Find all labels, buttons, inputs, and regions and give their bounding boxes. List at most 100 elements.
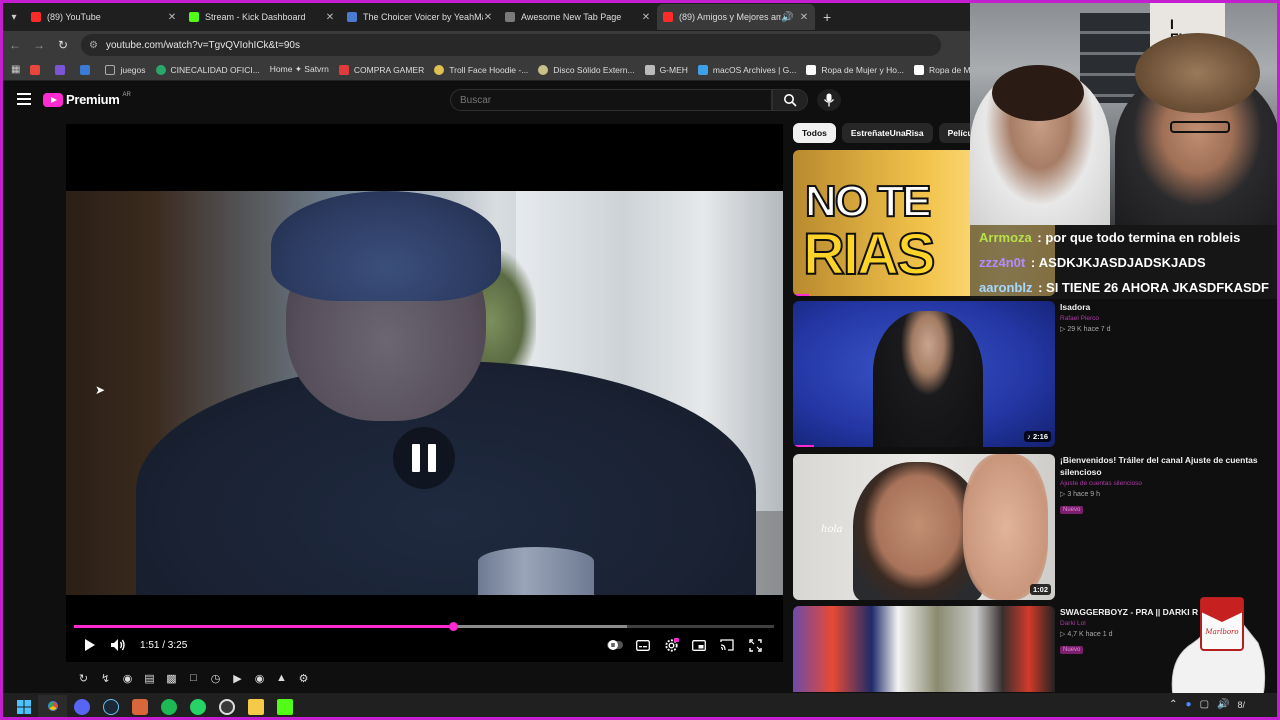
taskbar-kick[interactable] <box>270 695 299 718</box>
extension-settings-icon[interactable]: ⚙ <box>293 670 314 686</box>
drive-icon <box>80 64 91 75</box>
search-placeholder: Buscar <box>460 94 492 106</box>
play-button[interactable] <box>76 634 104 656</box>
browser-tab-3[interactable]: Awesome New Tab Page ✕ <box>499 4 657 30</box>
audio-mode-icon[interactable]: ↯ <box>95 670 116 686</box>
bookmark-item[interactable]: Ropa de Mujer y Ho... <box>806 64 904 75</box>
tray-overflow-icon[interactable]: ⌃ <box>1169 699 1177 710</box>
bookmark-twitch[interactable] <box>55 64 70 75</box>
video-thumbnail[interactable]: ♪ 2:16 <box>793 301 1055 447</box>
start-button[interactable] <box>9 695 38 718</box>
scrubber-handle[interactable] <box>449 622 459 631</box>
cinema-mode-icon[interactable]: ▤ <box>139 670 160 686</box>
frame-step-icon[interactable]: ▶ <box>227 670 248 686</box>
related-video-1[interactable]: ♪ 2:16 Isadora Rafael Pierco ▷ 29 K hace… <box>793 301 1273 449</box>
thumbnail-title-line-2: RIAS <box>802 222 937 287</box>
loop-icon[interactable]: ↻ <box>73 670 94 686</box>
picture-in-picture-icon[interactable]: ▩ <box>161 670 182 686</box>
chip-all[interactable]: Todos <box>793 123 836 143</box>
browser-tab-2[interactable]: The Choicer Voicer by YeahMay ✕ <box>341 4 499 30</box>
youtube-logo[interactable]: Premium AR <box>43 92 131 107</box>
settings-button[interactable] <box>657 634 685 656</box>
taskbar-spotify[interactable] <box>154 695 183 718</box>
taskbar-app[interactable] <box>125 695 154 718</box>
filter-icon[interactable]: ▲ <box>271 670 292 686</box>
bookmark-item[interactable]: G-MEH <box>644 64 688 75</box>
forward-icon[interactable]: → <box>27 38 51 52</box>
clock-text[interactable]: 8/ <box>1237 700 1245 710</box>
hide-video-icon[interactable]: ◉ <box>117 670 138 686</box>
thumbnail-caption: hola <box>821 524 843 535</box>
voice-search-button[interactable] <box>817 89 841 111</box>
bookmark-item[interactable]: Ropa de Mujer y H <box>914 64 973 75</box>
tab-close-icon[interactable]: ✕ <box>325 12 335 23</box>
video-frame[interactable] <box>66 191 783 595</box>
bookmark-item[interactable]: COMPRA GAMER <box>338 64 424 75</box>
tab-close-icon[interactable]: ✕ <box>167 12 177 23</box>
taskbar-whatsapp[interactable] <box>183 695 212 718</box>
speed-icon[interactable]: ◷ <box>205 670 226 686</box>
menu-icon[interactable] <box>17 93 31 108</box>
video-thumbnail[interactable]: hola 1:02 <box>793 454 1055 600</box>
tab-search-icon[interactable]: ▾ <box>3 6 25 28</box>
channel-name[interactable]: Ajuste de cuentas silencioso <box>1060 480 1260 487</box>
address-bar[interactable]: ⚙ youtube.com/watch?v=TgvQVIohICk&t=90s <box>81 34 941 56</box>
bookmark-drive[interactable] <box>80 64 95 75</box>
video-player[interactable]: ➤ 1:51 / 3:25 <box>66 124 783 662</box>
video-person-beanie <box>271 191 501 301</box>
channel-name[interactable]: Rafael Pierco <box>1060 315 1260 322</box>
miniplayer-button[interactable] <box>685 634 713 656</box>
youtube-play-logo-icon <box>43 92 63 107</box>
video-title[interactable]: Isadora <box>1060 301 1260 313</box>
taskbar-steam[interactable] <box>96 695 125 718</box>
bookmark-item[interactable]: Home ✦ Satvrn <box>270 64 329 75</box>
video-stats: ▷ 3 hace 9 h <box>1060 491 1101 498</box>
video-title[interactable]: ¡Bienvenidos! Tráiler del canal Ajuste d… <box>1060 454 1260 478</box>
volume-button[interactable] <box>104 634 132 656</box>
search-input[interactable]: Buscar <box>450 89 772 111</box>
video-thumbnail[interactable] <box>793 606 1055 692</box>
new-tab-button[interactable]: + <box>823 9 831 25</box>
tab-audio-icon[interactable]: 🔊 <box>781 12 793 23</box>
related-video-2[interactable]: hola 1:02 ¡Bienvenidos! Tráiler del cana… <box>793 454 1273 602</box>
tab-title: (89) YouTube <box>47 12 101 22</box>
progress-bar[interactable] <box>74 622 774 631</box>
browser-tab-0[interactable]: (89) YouTube ✕ <box>25 4 183 30</box>
display-icon[interactable]: ▢ <box>1200 699 1209 710</box>
webcam-fur-hat <box>1135 33 1260 113</box>
taskbar-discord[interactable] <box>67 695 96 718</box>
fullscreen-button[interactable] <box>741 634 769 656</box>
microphone-tray-icon[interactable]: ● <box>1186 699 1192 710</box>
browser-tab-1[interactable]: Stream - Kick Dashboard ✕ <box>183 4 341 30</box>
search-button[interactable] <box>772 89 808 111</box>
bookmark-item[interactable]: Disco Sólido Extern... <box>538 64 635 75</box>
bookmark-folder-juegos[interactable]: juegos <box>105 64 146 75</box>
back-icon[interactable]: ← <box>3 38 27 52</box>
expand-icon[interactable]: □ <box>183 670 204 686</box>
browser-tab-4[interactable]: (89) Amigos y Mejores amig 🔊 ✕ <box>657 4 815 30</box>
tab-close-icon[interactable]: ✕ <box>483 12 493 23</box>
bookmark-item[interactable]: CINECALIDAD OFICI... <box>155 64 260 75</box>
chip-estrenate[interactable]: EstreñateUnaRisa <box>841 123 933 143</box>
reload-icon[interactable]: ↻ <box>51 38 75 52</box>
cast-button[interactable] <box>713 634 741 656</box>
autoplay-toggle[interactable] <box>601 634 629 656</box>
bookmark-item[interactable]: macOS Archives | G... <box>697 64 796 75</box>
taskbar-obs[interactable] <box>212 695 241 718</box>
gmail-icon <box>30 64 41 75</box>
site-info-icon[interactable]: ⚙ <box>89 40 98 51</box>
video-meta: ¡Bienvenidos! Tráiler del canal Ajuste d… <box>1060 454 1260 516</box>
bookmark-gmail[interactable] <box>30 64 45 75</box>
bookmark-item[interactable]: Troll Face Hoodie -... <box>434 64 528 75</box>
screenshot-icon[interactable]: ◉ <box>249 670 270 686</box>
webcam-overlay: I FL <box>970 3 1277 225</box>
subtitles-button[interactable] <box>629 634 657 656</box>
tab-close-icon[interactable]: ✕ <box>799 12 809 23</box>
apps-icon[interactable]: ▦ <box>11 64 20 75</box>
taskbar-explorer[interactable] <box>241 695 270 718</box>
taskbar-chrome[interactable] <box>38 694 67 717</box>
speaker-icon[interactable]: 🔊 <box>1217 699 1229 710</box>
discord-icon <box>73 698 90 715</box>
tab-close-icon[interactable]: ✕ <box>641 12 651 23</box>
pause-overlay-icon[interactable] <box>393 427 455 489</box>
